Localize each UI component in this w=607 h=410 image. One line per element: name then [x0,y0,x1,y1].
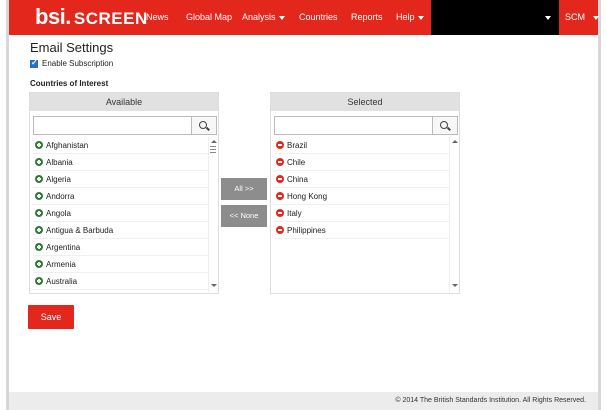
nav-countries[interactable]: Countries [299,11,338,23]
nav-user-menu[interactable]: SCM [565,11,599,23]
enable-subscription-row[interactable]: Enable Subscription [30,58,114,68]
available-item[interactable]: Australia [33,273,217,290]
brand-screen: SCREEN [73,9,148,28]
nav-analysis[interactable]: Analysis [242,11,285,23]
enable-subscription-label: Enable Subscription [42,59,114,68]
frame-shadow-right [598,0,601,410]
available-search-input[interactable] [33,116,217,135]
available-item-label: Algeria [46,174,71,184]
minus-circle-icon[interactable] [276,192,284,200]
page-title: Email Settings [30,40,114,55]
available-item-partial[interactable] [33,290,217,292]
redacted-dropdown[interactable] [431,0,559,35]
nav-help[interactable]: Help [396,11,424,23]
nav-global-map[interactable]: Global Map [186,11,232,23]
available-item[interactable]: Antigua & Barbuda [33,222,217,239]
save-button[interactable]: Save [28,305,74,329]
available-item-label: Afghanistan [46,140,89,150]
available-scrollbar[interactable] [208,137,217,292]
enable-subscription-checkbox[interactable] [30,58,38,68]
available-item[interactable]: Algeria [33,171,217,188]
available-item[interactable]: Afghanistan [33,137,217,154]
add-all-button[interactable]: All >> [221,178,267,200]
nav-reports[interactable]: Reports [351,11,383,23]
available-item-label: Antigua & Barbuda [46,225,114,235]
selected-scrollbar[interactable] [449,137,458,292]
countries-of-interest-label: Countries of Interest [30,79,109,88]
available-item[interactable]: Argentina [33,239,217,256]
available-item-label: Albania [46,157,73,167]
chevron-down-icon [278,15,285,20]
selected-search-button[interactable] [432,117,457,134]
plus-circle-icon[interactable] [35,175,43,183]
nav-help-label: Help [396,12,415,22]
available-item[interactable]: Angola [33,205,217,222]
selected-item[interactable]: Hong Kong [274,188,458,205]
selected-item[interactable]: Brazil [274,137,458,154]
selected-item[interactable]: China [274,171,458,188]
available-item-label: Andorra [46,191,75,201]
selected-item[interactable]: Chile [274,154,458,171]
chevron-down-icon [417,15,424,20]
scroll-down-icon[interactable] [211,284,217,287]
chevron-down-icon [545,16,551,20]
footer-copyright: © 2014 The British Standards Institution… [9,392,598,410]
available-item-label: Angola [46,208,71,218]
plus-circle-icon[interactable] [35,226,43,234]
available-item-label: Australia [46,276,78,286]
remove-all-button[interactable]: << None [221,205,267,227]
available-item[interactable]: Andorra [33,188,217,205]
scroll-up-icon[interactable] [452,140,458,143]
selected-search-input[interactable] [274,116,458,135]
chevron-down-icon [593,15,599,20]
plus-circle-icon[interactable] [35,243,43,251]
plus-circle-icon[interactable] [35,209,43,217]
selected-list: Brazil Chile China Hong Kong Italy Phili… [274,137,458,292]
plus-circle-icon[interactable] [35,260,43,268]
selected-item-label: Hong Kong [287,191,328,201]
plus-circle-icon[interactable] [35,192,43,200]
available-item-label: Armenia [46,259,76,269]
selected-panel: Selected Brazil Chile China Hong Kong It… [270,92,460,294]
selected-item-label: Philippines [287,225,326,235]
nav-news[interactable]: News [146,11,169,23]
available-header: Available [30,93,218,111]
selected-item-label: Brazil [287,140,308,150]
plus-circle-icon[interactable] [35,141,43,149]
minus-circle-icon[interactable] [276,175,284,183]
search-icon [440,120,448,129]
brand-bsi: bsi. [35,4,71,29]
plus-circle-icon[interactable] [35,277,43,285]
minus-circle-icon[interactable] [276,141,284,149]
minus-circle-icon[interactable] [276,209,284,217]
available-item[interactable]: Albania [33,154,217,171]
selected-header: Selected [271,93,459,111]
available-list: Afghanistan Albania Algeria Andorra Ango… [33,137,217,292]
minus-circle-icon[interactable] [276,158,284,166]
selected-item[interactable]: Philippines [274,222,458,239]
scroll-down-icon[interactable] [452,284,458,287]
nav-user-label: SCM [565,12,585,22]
available-search-button[interactable] [191,117,216,134]
available-item[interactable]: Armenia [33,256,217,273]
top-navbar: bsi. SCREEN News Global Map Analysis Coun… [9,0,599,35]
selected-item-label: Italy [287,208,302,218]
available-item-label: Argentina [46,242,81,252]
available-panel: Available Afghanistan Albania Algeria An… [29,92,219,294]
plus-circle-icon[interactable] [35,158,43,166]
selected-item[interactable]: Italy [274,205,458,222]
search-icon [199,120,207,129]
scroll-thumb[interactable] [210,146,216,153]
selected-item-label: Chile [287,157,306,167]
nav-analysis-label: Analysis [242,12,276,22]
minus-circle-icon[interactable] [276,226,284,234]
brand-logo[interactable]: bsi. SCREEN [35,5,148,31]
scroll-up-icon[interactable] [211,140,217,143]
selected-item-label: China [287,174,308,184]
